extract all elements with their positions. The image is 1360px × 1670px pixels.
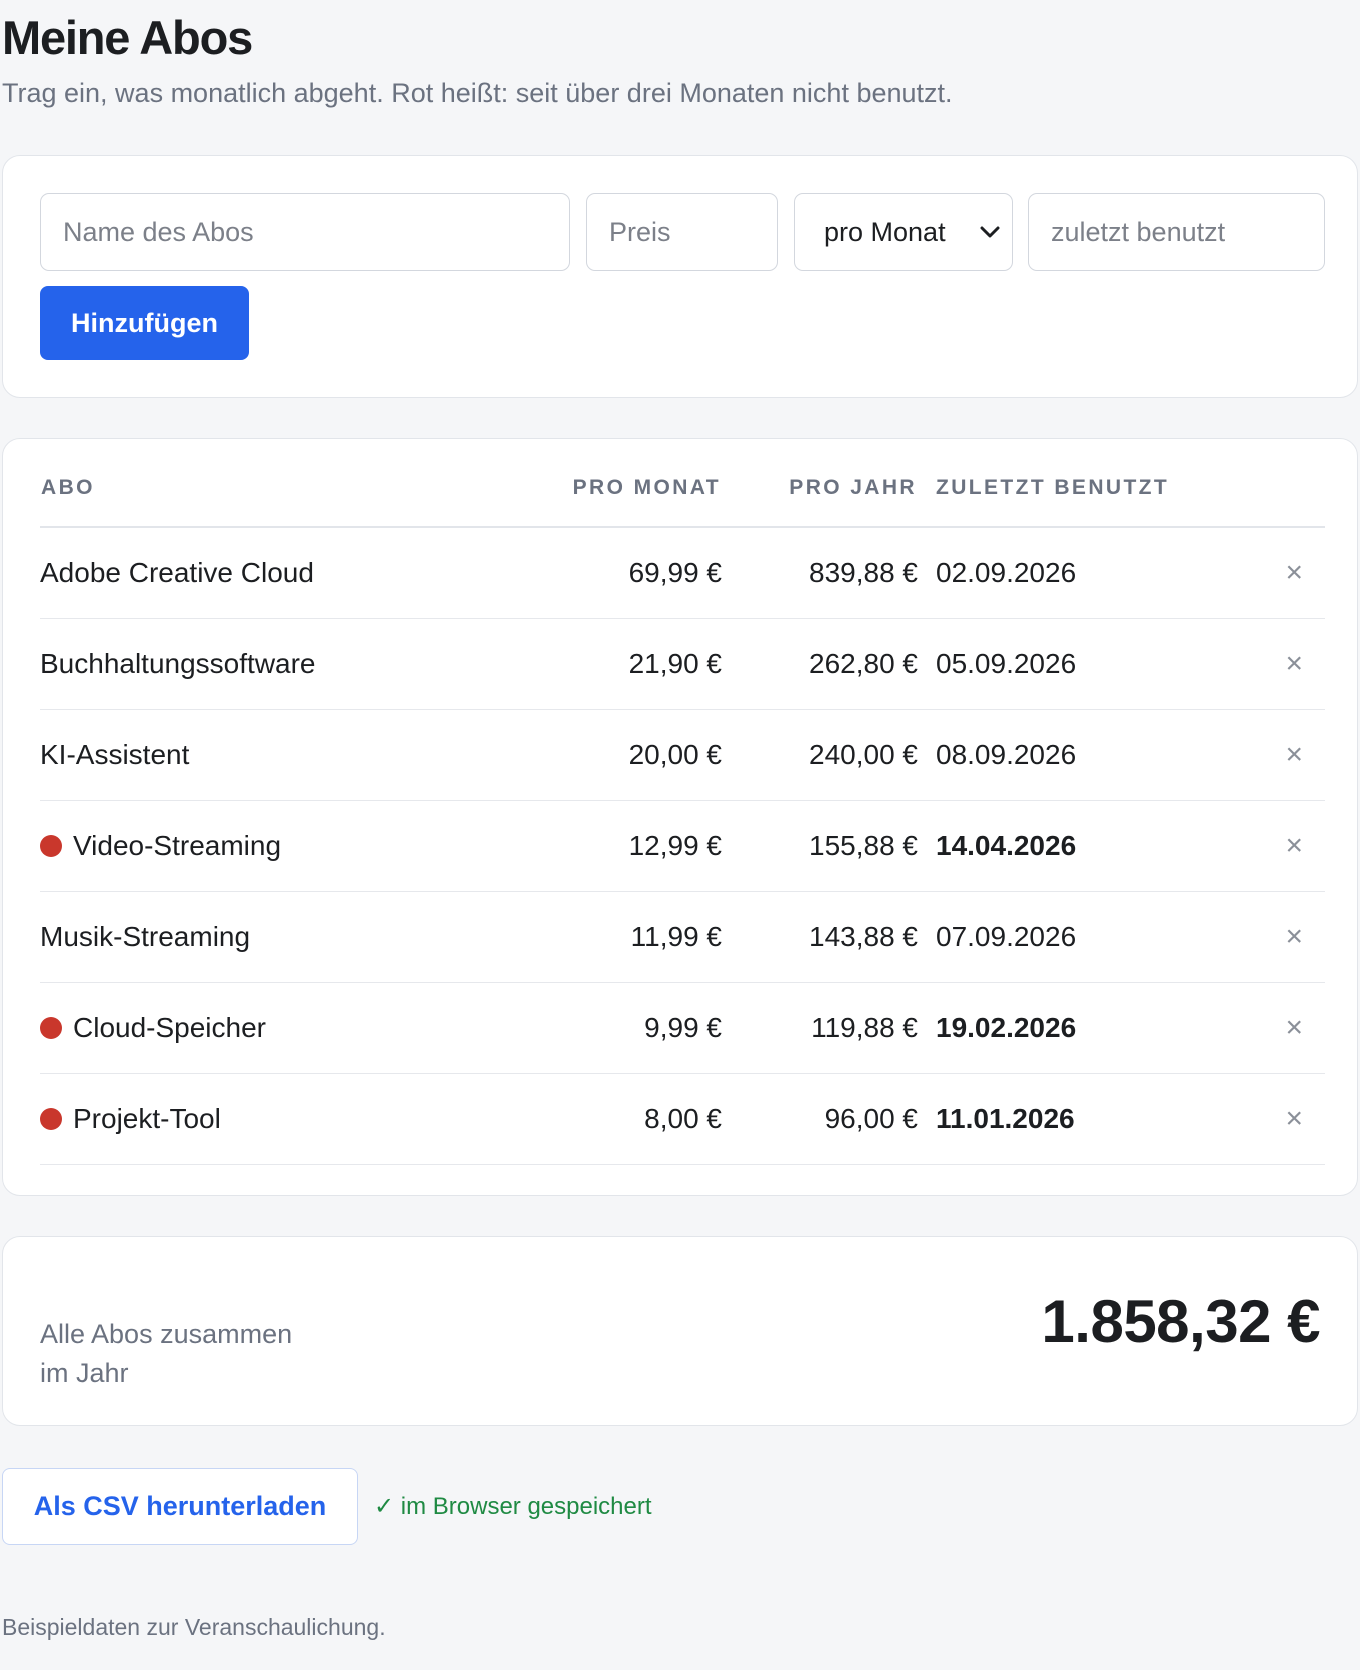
cell-name: KI-Assistent bbox=[40, 709, 510, 801]
subscription-name: Buchhaltungssoftware bbox=[40, 648, 316, 679]
cell-yearly: 155,88 € bbox=[722, 800, 918, 892]
cell-last-used: 19.02.2026 bbox=[918, 982, 1236, 1074]
cell-name: Buchhaltungssoftware bbox=[40, 618, 510, 710]
cell-monthly: 8,00 € bbox=[510, 1073, 722, 1165]
delete-icon[interactable]: × bbox=[1285, 556, 1303, 590]
stale-indicator-icon bbox=[40, 1108, 62, 1130]
table-body: Adobe Creative Cloud 69,99 €839,88 €02.09… bbox=[40, 527, 1325, 1165]
delete-icon[interactable]: × bbox=[1285, 647, 1303, 681]
cell-yearly: 119,88 € bbox=[722, 982, 918, 1074]
subscription-name-input[interactable] bbox=[40, 193, 570, 271]
column-header-monthly: Pro Monat bbox=[510, 439, 722, 528]
cell-yearly: 262,80 € bbox=[722, 618, 918, 710]
cell-last-used: 14.04.2026 bbox=[918, 800, 1236, 892]
page-subtitle: Trag ein, was monatlich abgeht. Rot heiß… bbox=[2, 78, 953, 108]
delete-icon[interactable]: × bbox=[1285, 738, 1303, 772]
table-row: Buchhaltungssoftware 21,90 €262,80 €05.09… bbox=[40, 618, 1325, 710]
footnote: Beispieldaten zur Veranschaulichung. bbox=[2, 1614, 386, 1640]
page-title: Meine Abos bbox=[2, 11, 253, 64]
total-label: Alle Abos zusammen im Jahr bbox=[40, 1315, 360, 1393]
table-row: Video-Streaming 12,99 €155,88 €14.04.2026… bbox=[40, 800, 1325, 892]
cell-monthly: 11,99 € bbox=[510, 891, 722, 983]
yearly-total-card: Alle Abos zusammen im Jahr 1.858,32 € bbox=[2, 1236, 1358, 1426]
cell-name: Video-Streaming bbox=[40, 800, 510, 892]
last-used-input[interactable] bbox=[1028, 193, 1325, 271]
cell-monthly: 20,00 € bbox=[510, 709, 722, 801]
subscription-name: Cloud-Speicher bbox=[73, 1012, 266, 1043]
delete-icon[interactable]: × bbox=[1285, 920, 1303, 954]
column-header-last-used: Zuletzt benutzt bbox=[918, 439, 1236, 528]
table-header-row: Abo Pro Monat Pro Jahr Zuletzt benutzt bbox=[40, 439, 1325, 528]
total-value: 1.858,32 € bbox=[1041, 1288, 1320, 1355]
cell-yearly: 96,00 € bbox=[722, 1073, 918, 1165]
table-row: KI-Assistent 20,00 €240,00 €08.09.2026 × bbox=[40, 709, 1325, 801]
delete-icon[interactable]: × bbox=[1285, 1011, 1303, 1045]
subscription-name: Projekt-Tool bbox=[73, 1103, 221, 1134]
cell-last-used: 02.09.2026 bbox=[918, 527, 1236, 619]
download-csv-button[interactable]: Als CSV herunterladen bbox=[2, 1468, 358, 1545]
table-row: Musik-Streaming 11,99 €143,88 €07.09.2026… bbox=[40, 891, 1325, 983]
table-row: Adobe Creative Cloud 69,99 €839,88 €02.09… bbox=[40, 527, 1325, 619]
table-row: Cloud-Speicher 9,99 €119,88 €19.02.2026 × bbox=[40, 982, 1325, 1074]
add-subscription-form: pro Monat Hinzufügen bbox=[2, 155, 1358, 398]
add-button[interactable]: Hinzufügen bbox=[40, 286, 249, 360]
subscriptions-card: Abo Pro Monat Pro Jahr Zuletzt benutzt A… bbox=[2, 438, 1358, 1196]
delete-icon[interactable]: × bbox=[1285, 829, 1303, 863]
column-header-abo: Abo bbox=[40, 439, 510, 528]
cell-yearly: 839,88 € bbox=[722, 527, 918, 619]
period-select[interactable]: pro Monat bbox=[794, 193, 1013, 271]
chevron-down-icon bbox=[980, 219, 1000, 245]
cell-yearly: 240,00 € bbox=[722, 709, 918, 801]
delete-icon[interactable]: × bbox=[1285, 1102, 1303, 1136]
cell-yearly: 143,88 € bbox=[722, 891, 918, 983]
total-label-line2: im Jahr bbox=[40, 1358, 129, 1388]
cell-monthly: 12,99 € bbox=[510, 800, 722, 892]
cell-name: Cloud-Speicher bbox=[40, 982, 510, 1074]
cell-monthly: 21,90 € bbox=[510, 618, 722, 710]
subscription-name: Video-Streaming bbox=[73, 830, 282, 861]
cell-name: Projekt-Tool bbox=[40, 1073, 510, 1165]
cell-name: Adobe Creative Cloud bbox=[40, 527, 510, 619]
cell-last-used: 11.01.2026 bbox=[918, 1073, 1236, 1165]
total-label-line1: Alle Abos zusammen bbox=[40, 1319, 293, 1349]
cell-last-used: 05.09.2026 bbox=[918, 618, 1236, 710]
stale-indicator-icon bbox=[40, 1017, 62, 1039]
subscription-name: KI-Assistent bbox=[40, 739, 190, 770]
saved-status: ✓ im Browser gespeichert bbox=[374, 1493, 652, 1520]
subscription-name: Adobe Creative Cloud bbox=[40, 557, 314, 588]
price-input[interactable] bbox=[586, 193, 778, 271]
cell-monthly: 9,99 € bbox=[510, 982, 722, 1074]
column-header-yearly: Pro Jahr bbox=[722, 439, 918, 528]
cell-last-used: 07.09.2026 bbox=[918, 891, 1236, 983]
table-row: Projekt-Tool 8,00 €96,00 €11.01.2026 × bbox=[40, 1073, 1325, 1165]
period-select-value: pro Monat bbox=[824, 216, 946, 247]
cell-monthly: 69,99 € bbox=[510, 527, 722, 619]
subscriptions-table: Abo Pro Monat Pro Jahr Zuletzt benutzt A… bbox=[40, 439, 1325, 1165]
cell-name: Musik-Streaming bbox=[40, 891, 510, 983]
subscription-name: Musik-Streaming bbox=[40, 921, 251, 952]
stale-indicator-icon bbox=[40, 835, 62, 857]
cell-last-used: 08.09.2026 bbox=[918, 709, 1236, 801]
